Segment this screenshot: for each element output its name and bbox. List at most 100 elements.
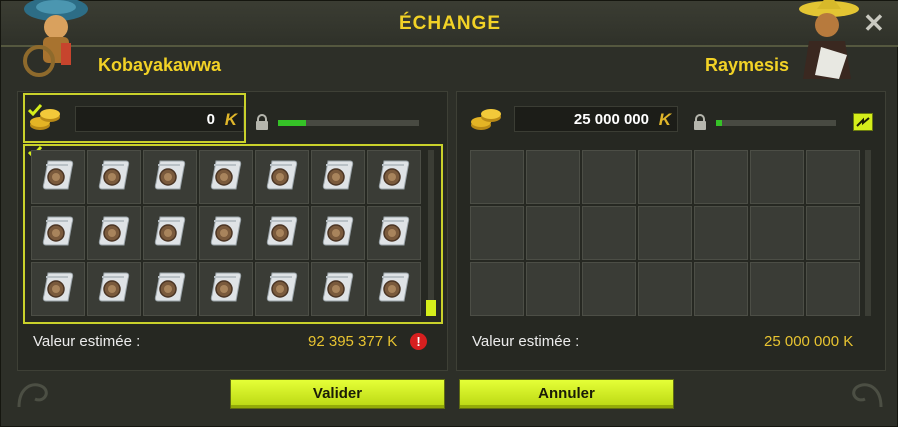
- item-slot: [638, 150, 692, 204]
- item-slot[interactable]: [367, 262, 421, 316]
- scroll-item-icon: [150, 155, 190, 200]
- item-slot: [526, 262, 580, 316]
- left-trade-panel: 0 K Valeur estimée : 92 395 377 K !: [17, 91, 448, 371]
- kama-icon: K: [658, 110, 671, 129]
- item-slot: [526, 150, 580, 204]
- scroll-item-icon: [262, 267, 302, 312]
- title-bar[interactable]: ÉCHANGE ✕: [1, 1, 898, 47]
- item-slot: [750, 206, 804, 260]
- coins-icon: [471, 109, 501, 130]
- item-slot[interactable]: [31, 150, 85, 204]
- item-slot: [582, 206, 636, 260]
- scroll-item-icon: [38, 211, 78, 256]
- scrollbar-left[interactable]: [426, 150, 436, 316]
- value-amount-left: 92 395 377 K: [308, 333, 398, 350]
- item-slot: [470, 262, 524, 316]
- item-slot[interactable]: [87, 206, 141, 260]
- warning-icon[interactable]: !: [410, 333, 427, 350]
- scroll-item-icon: [318, 211, 358, 256]
- validate-button[interactable]: Valider: [230, 379, 445, 409]
- item-slot[interactable]: [31, 262, 85, 316]
- scroll-item-icon: [150, 211, 190, 256]
- item-slot[interactable]: [87, 150, 141, 204]
- corner-ornament-left: [17, 383, 48, 408]
- item-slot: [750, 150, 804, 204]
- item-slot[interactable]: [255, 206, 309, 260]
- item-slot: [470, 150, 524, 204]
- item-slot[interactable]: [255, 150, 309, 204]
- window-title: ÉCHANGE: [398, 13, 501, 34]
- kamas-input-right: 25 000 000 K: [514, 106, 678, 132]
- scroll-thumb-left[interactable]: [426, 300, 436, 316]
- lock-icon: [694, 114, 706, 130]
- item-slot[interactable]: [143, 206, 197, 260]
- scroll-item-icon: [94, 155, 134, 200]
- item-slot: [638, 262, 692, 316]
- coins-icon: [30, 109, 60, 130]
- value-label-left: Valeur estimée :: [33, 333, 141, 350]
- item-slot: [694, 150, 748, 204]
- item-slot[interactable]: [311, 206, 365, 260]
- corner-ornament-right: [852, 383, 883, 408]
- right-trade-panel: 25 000 000 K Valeur estimée : 25 000 000…: [456, 91, 886, 371]
- item-slot[interactable]: [367, 206, 421, 260]
- scroll-item-icon: [206, 211, 246, 256]
- kamas-slider-right: [716, 120, 836, 126]
- kamas-value-left: 0: [206, 111, 215, 128]
- scrollbar-right: [865, 150, 871, 316]
- scroll-item-icon: [94, 267, 134, 312]
- scroll-item-icon: [262, 155, 302, 200]
- scroll-item-icon: [374, 211, 414, 256]
- player-avatar-left: [23, 0, 88, 77]
- scroll-item-icon: [206, 155, 246, 200]
- player-name-right: Raymesis: [705, 55, 790, 75]
- item-slot[interactable]: [31, 206, 85, 260]
- item-slot: [638, 206, 692, 260]
- item-slot: [806, 150, 860, 204]
- scroll-item-icon: [38, 267, 78, 312]
- kamas-value-right: 25 000 000: [573, 111, 649, 128]
- scroll-item-icon: [318, 267, 358, 312]
- item-slot: [750, 262, 804, 316]
- scroll-item-icon: [262, 211, 302, 256]
- value-amount-right: 25 000 000 K: [764, 333, 854, 350]
- item-slot: [582, 262, 636, 316]
- item-slot[interactable]: [311, 262, 365, 316]
- player-avatar-right: [799, 0, 859, 79]
- kamas-slider-left[interactable]: [278, 120, 419, 126]
- exchange-window: ÉCHANGE ✕ Kobayakawwa Raymesis 0 K Valeu…: [0, 0, 898, 427]
- item-slot[interactable]: [255, 262, 309, 316]
- item-slot: [582, 150, 636, 204]
- scroll-item-icon: [206, 267, 246, 312]
- item-slot[interactable]: [199, 262, 253, 316]
- item-slot[interactable]: [367, 150, 421, 204]
- toggle-icon[interactable]: [853, 113, 873, 131]
- item-slot[interactable]: [199, 150, 253, 204]
- cancel-button[interactable]: Annuler: [459, 379, 674, 409]
- scroll-item-icon: [94, 211, 134, 256]
- scroll-item-icon: [374, 267, 414, 312]
- kamas-input-left[interactable]: 0 K: [75, 106, 244, 132]
- item-grid-right: [470, 150, 860, 316]
- lock-icon[interactable]: [255, 114, 269, 130]
- item-slot: [694, 262, 748, 316]
- item-slot[interactable]: [199, 206, 253, 260]
- item-slot: [526, 206, 580, 260]
- item-slot: [470, 206, 524, 260]
- item-slot: [806, 262, 860, 316]
- item-slot[interactable]: [311, 150, 365, 204]
- close-icon[interactable]: ✕: [863, 10, 885, 36]
- scroll-item-icon: [318, 155, 358, 200]
- slider-fill-left: [278, 120, 307, 126]
- item-slot[interactable]: [143, 150, 197, 204]
- kama-icon: K: [224, 110, 237, 129]
- item-slot[interactable]: [143, 262, 197, 316]
- item-slot: [694, 206, 748, 260]
- scroll-item-icon: [374, 155, 414, 200]
- slider-fill-right: [716, 120, 722, 126]
- item-slot: [806, 206, 860, 260]
- value-label-right: Valeur estimée :: [472, 333, 580, 350]
- item-slot[interactable]: [87, 262, 141, 316]
- scroll-item-icon: [150, 267, 190, 312]
- scroll-item-icon: [38, 155, 78, 200]
